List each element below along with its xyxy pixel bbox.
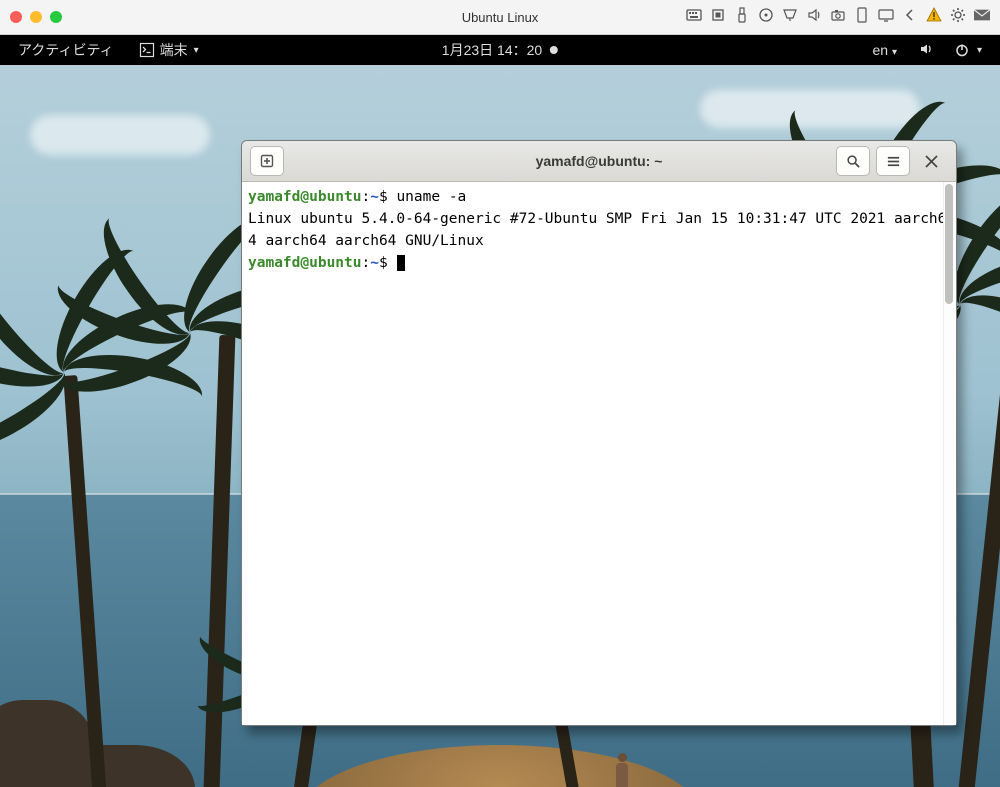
system-menu[interactable]: ▾ [955,43,982,57]
volume-icon[interactable] [919,42,933,59]
current-app-menu[interactable]: 端末 ▾ [140,40,199,60]
envelope-icon[interactable] [974,7,990,28]
hamburger-icon [886,154,901,169]
scrollbar-thumb[interactable] [945,184,953,304]
scrollbar[interactable] [943,182,955,725]
close-window-button[interactable] [10,11,22,23]
vm-host-titlebar: Ubuntu Linux [0,0,1000,35]
search-button[interactable] [836,146,870,176]
terminal-output: Linux ubuntu 5.4.0-64-generic #72-Ubuntu… [248,208,950,252]
prompt-sep: : [362,189,371,205]
current-app-name: 端末 [160,40,188,60]
prompt-symbol: $ [379,255,388,271]
window-traffic-lights [10,11,62,23]
back-arrow-icon[interactable] [902,7,918,28]
notification-dot-icon [550,46,558,54]
disc-icon[interactable] [758,7,774,28]
terminal-title: yamafd@ubuntu: ~ [536,153,663,169]
new-tab-icon [259,153,275,169]
prompt-user: yamafd@ubuntu [248,255,362,271]
gnome-top-bar: アクティビティ 端末 ▾ 1月23日 14：20 en ▾ ▾ [0,35,1000,65]
sound-icon[interactable] [806,7,822,28]
keyboard-icon[interactable] [686,7,702,28]
vm-window-title: Ubuntu Linux [462,10,539,25]
command-text: uname -a [396,189,466,205]
clock-menu[interactable]: 1月23日 14：20 [442,40,558,60]
new-tab-button[interactable] [250,146,284,176]
camera-icon[interactable] [830,7,846,28]
usb-icon[interactable] [734,7,750,28]
prompt-path: ~ [370,189,379,205]
chevron-down-icon: ▾ [977,45,982,56]
clock-datetime: 1月23日 14：20 [442,40,542,60]
terminal-window[interactable]: yamafd@ubuntu: ~ ya [241,140,957,726]
prompt-sep: : [362,255,371,271]
cursor [397,255,405,271]
network-adapter-icon[interactable] [782,7,798,28]
warning-icon[interactable] [926,7,942,28]
menu-button[interactable] [876,146,910,176]
prompt-symbol: $ [379,189,388,205]
cpu-icon[interactable] [710,7,726,28]
minimize-window-button[interactable] [30,11,42,23]
vm-toolbar-icons [686,7,990,28]
prompt-user: yamafd@ubuntu [248,189,362,205]
wallpaper-person [608,753,636,787]
terminal-app-icon [140,43,154,57]
gear-icon[interactable] [950,7,966,28]
chevron-down-icon: ▾ [892,47,897,58]
terminal-line: yamafd@ubuntu:~$ [248,252,950,274]
chevron-down-icon: ▾ [194,45,199,56]
activities-button[interactable]: アクティビティ [18,40,114,60]
tablet-icon[interactable] [854,7,870,28]
input-method-label: en [872,42,888,58]
prompt-path: ~ [370,255,379,271]
close-button[interactable] [914,146,948,176]
terminal-line: yamafd@ubuntu:~$ uname -a [248,186,950,208]
input-method-menu[interactable]: en ▾ [872,42,897,58]
terminal-content[interactable]: yamafd@ubuntu:~$ uname -a Linux ubuntu 5… [242,182,956,725]
display-icon[interactable] [878,7,894,28]
maximize-window-button[interactable] [50,11,62,23]
terminal-header-bar: yamafd@ubuntu: ~ [242,141,956,182]
close-icon [925,155,938,168]
power-icon [955,43,969,57]
search-icon [846,154,861,169]
